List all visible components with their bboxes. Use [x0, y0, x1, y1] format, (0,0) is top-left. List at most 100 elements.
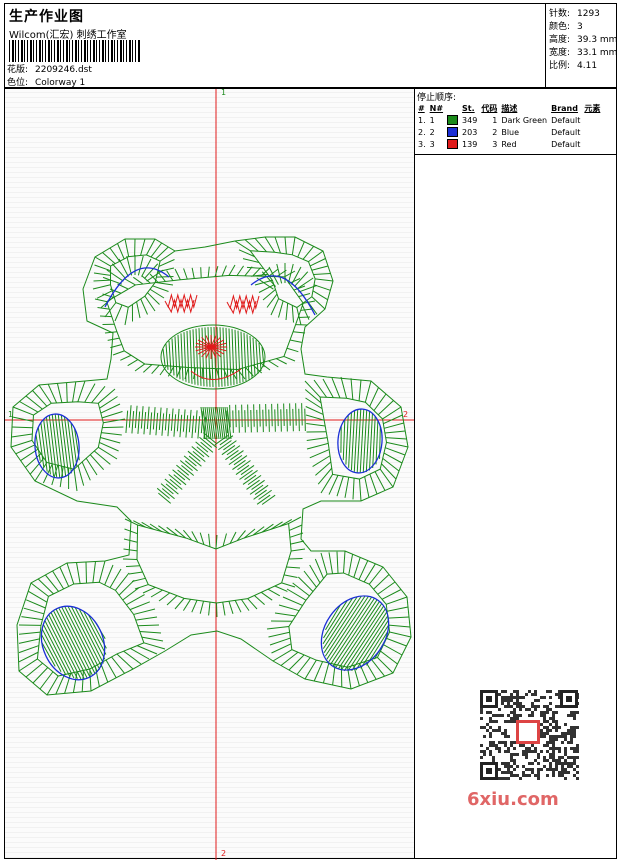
- leg-left-tick: [104, 564, 114, 586]
- belly-tick: [240, 599, 250, 611]
- design-canvas[interactable]: 1 2 1 2: [4, 88, 416, 860]
- ear-left-tick: [146, 238, 156, 256]
- color-swatch: [447, 139, 459, 149]
- colors-value: 3: [577, 22, 583, 32]
- belly-tick: [128, 571, 143, 575]
- ear-right-tick: [285, 303, 289, 321]
- arm-right-tick: [369, 387, 379, 407]
- design-name: 2209246.dst: [35, 65, 92, 75]
- leg-left-tick: [137, 624, 160, 627]
- row-index: 3.: [418, 139, 426, 149]
- ear-right-tick: [311, 296, 326, 310]
- row-desc: Blue: [501, 127, 520, 137]
- col-element: 元素: [584, 103, 601, 113]
- belly-tick: [289, 524, 303, 531]
- leg-left-tick: [126, 594, 145, 606]
- arm-left-tick: [56, 383, 63, 403]
- head-tick: [286, 347, 299, 353]
- head-tick: [283, 355, 296, 362]
- axis-label-left: 1: [8, 410, 13, 419]
- belly-tick: [199, 601, 205, 614]
- leg-right-tick: [268, 631, 290, 638]
- belly-tick: [134, 584, 149, 590]
- leg-right-tick: [336, 551, 339, 574]
- ear-right-tick: [258, 284, 275, 293]
- ear-left-tick: [140, 238, 146, 256]
- leg-right-tick: [348, 554, 354, 576]
- belly-tick: [125, 565, 140, 567]
- leg-right-tick: [266, 625, 289, 630]
- row-stitches: 349: [462, 115, 478, 125]
- leg-right-tick: [383, 644, 403, 656]
- arm-left-tick: [77, 380, 86, 402]
- arm-right-tick: [306, 437, 328, 441]
- ear-right-inner-arc: [250, 275, 316, 316]
- ear-left-tick: [136, 301, 141, 319]
- table-row[interactable]: 3. 3 139 3 Red Default: [416, 138, 602, 150]
- row-brand: Default: [551, 127, 581, 137]
- head-tick: [298, 316, 311, 319]
- bow-right-tail: [214, 435, 276, 505]
- design-label: 花版:: [7, 65, 29, 75]
- col-stitches: St.: [462, 103, 475, 113]
- arm-right-tick: [331, 377, 341, 399]
- paw-pad-right: [337, 408, 383, 474]
- table-row[interactable]: 1. 1 349 1 Dark Green Default: [416, 114, 602, 126]
- belly-tick: [274, 585, 288, 592]
- ear-right-tick: [308, 250, 324, 263]
- panel-divider: [415, 154, 616, 155]
- col-desc: 描述: [501, 103, 518, 113]
- header-info: 生产作业图 Wilcom(汇宏) 刺绣工作室 花版: 2209246.dst 色位…: [4, 3, 546, 88]
- company-name: Wilcom(汇宏) 刺绣工作室: [9, 30, 127, 41]
- ear-right-tick: [291, 305, 294, 323]
- belly-tick: [252, 526, 265, 536]
- stats-box: 针数: 1293 颜色: 3 高度: 39.3 mm 宽度: 33.1 mm 比例: 4.…: [545, 3, 617, 88]
- table-header-row: # N# St. 代码 描述 Brand 元素: [416, 102, 602, 114]
- leg-left-tick: [135, 616, 158, 621]
- color-swatch: [447, 115, 459, 125]
- leg-left-tick: [23, 607, 45, 615]
- arm-right-tick: [305, 414, 325, 421]
- arm-left-tick: [29, 457, 45, 475]
- ear-right-tick: [284, 236, 287, 254]
- ear-right-tick: [244, 239, 259, 252]
- table-row[interactable]: 2. 2 203 2 Blue Default: [416, 126, 602, 138]
- scale-value: 4.11: [577, 61, 598, 71]
- arm-right-tick: [384, 430, 406, 434]
- axis-label-right: 2: [403, 410, 408, 419]
- arm-left-tick: [10, 439, 33, 448]
- ear-left-tick: [124, 238, 130, 257]
- leg-left-tick: [37, 578, 54, 595]
- foot-pad-left: [40, 605, 107, 681]
- leg-left-tick: [26, 599, 46, 609]
- belly-tick: [123, 538, 138, 543]
- head-tick: [134, 363, 146, 372]
- arm-left-tick: [91, 386, 106, 404]
- scale-stat: 比例: 4.11: [549, 58, 597, 71]
- belly-tick: [254, 595, 265, 605]
- arm-right-tick: [364, 380, 372, 403]
- ear-right-inner: [250, 263, 318, 316]
- row-color-cell: [445, 138, 460, 150]
- head-tick: [127, 359, 139, 367]
- leg-left-tick: [81, 670, 84, 692]
- col-index: #: [418, 103, 425, 113]
- head-tick: [191, 267, 195, 279]
- leg-left-tick: [18, 631, 41, 635]
- arm-right-tick: [383, 422, 404, 429]
- arm-right-tick: [377, 400, 394, 416]
- colors-stat: 颜色: 3: [549, 19, 583, 32]
- head-tick: [293, 331, 306, 334]
- row-desc: Dark Green: [501, 115, 548, 125]
- head-tick: [94, 298, 107, 303]
- row-element: [582, 114, 602, 126]
- ear-left-inner: [102, 255, 170, 308]
- width-label: 宽度:: [549, 48, 571, 58]
- head-tick: [174, 268, 181, 280]
- ear-right-tick: [278, 300, 284, 318]
- row-element: [582, 138, 602, 150]
- arm-right-tick: [358, 379, 362, 401]
- belly-tick: [166, 595, 178, 606]
- head-tick: [275, 358, 287, 365]
- leg-left-tick: [92, 561, 96, 583]
